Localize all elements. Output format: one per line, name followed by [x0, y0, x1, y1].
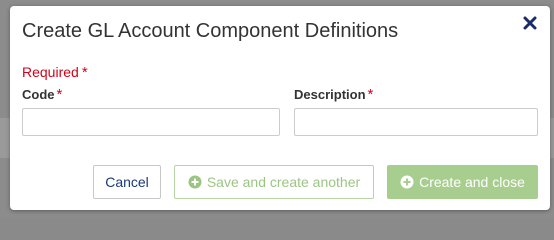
cancel-button[interactable]: Cancel: [93, 165, 161, 199]
plus-circle-icon: [400, 175, 414, 189]
description-required-asterisk: *: [367, 86, 374, 103]
required-asterisk: *: [81, 64, 88, 81]
description-label-text: Description: [294, 87, 366, 102]
create-and-close-label: Create and close: [419, 174, 525, 190]
required-text: Required: [22, 64, 79, 80]
code-required-asterisk: *: [56, 86, 63, 103]
plus-circle-icon: [188, 175, 202, 189]
create-and-close-button[interactable]: Create and close: [387, 165, 538, 199]
code-label-text: Code: [22, 87, 55, 102]
description-input[interactable]: [294, 108, 538, 136]
close-icon[interactable]: [522, 15, 538, 31]
required-note: Required *: [22, 64, 88, 81]
cancel-button-label: Cancel: [105, 174, 149, 190]
save-and-create-another-label: Save and create another: [206, 174, 361, 190]
code-input[interactable]: [22, 108, 280, 136]
create-gl-account-dialog: Create GL Account Component Definitions …: [10, 6, 550, 210]
dialog-title: Create GL Account Component Definitions: [22, 20, 399, 42]
code-label: Code *: [22, 86, 62, 103]
description-label: Description *: [294, 86, 373, 103]
save-and-create-another-button[interactable]: Save and create another: [174, 165, 374, 199]
